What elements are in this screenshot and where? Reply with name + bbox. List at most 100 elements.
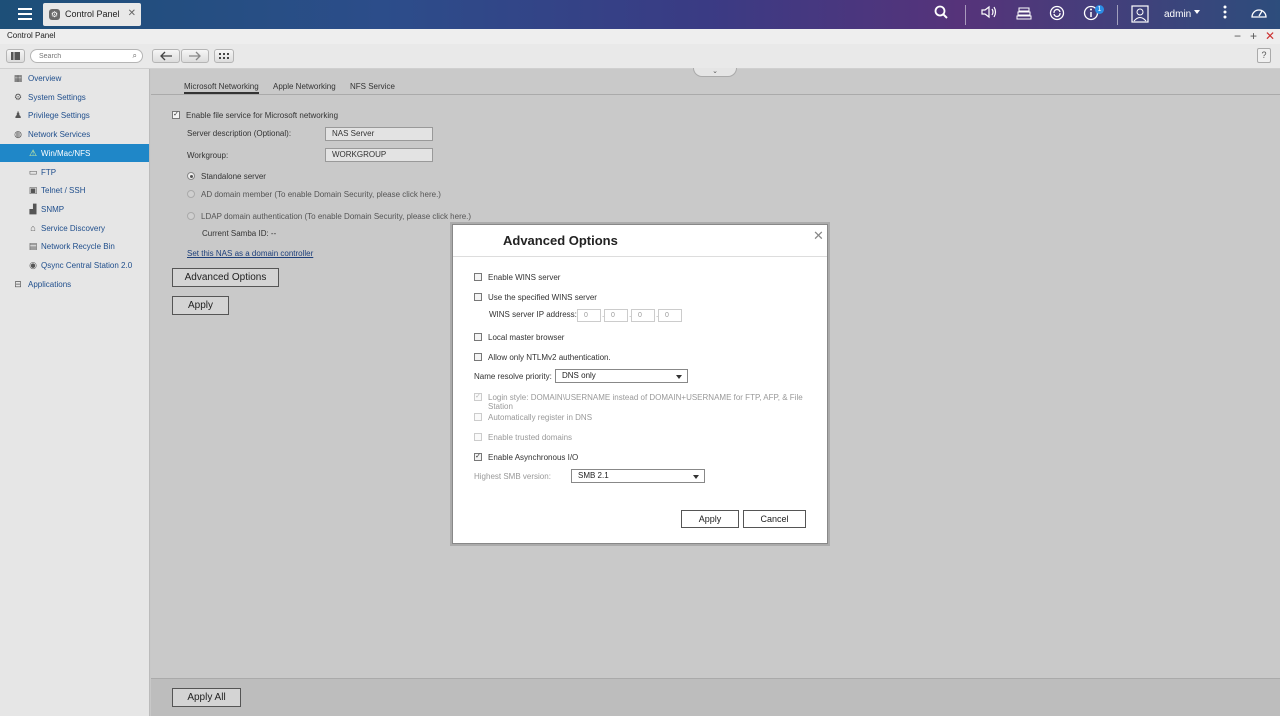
toggle-sidebar-button[interactable] bbox=[6, 49, 25, 63]
workgroup-field[interactable]: WORKGROUP bbox=[325, 148, 433, 162]
ldap-radio[interactable] bbox=[187, 212, 195, 220]
recycle-icon: ▤ bbox=[28, 241, 38, 251]
dialog-apply-button[interactable]: Apply bbox=[681, 510, 739, 528]
name-resolve-select[interactable]: DNS only bbox=[555, 369, 688, 383]
ntlmv2-checkbox[interactable] bbox=[474, 353, 482, 361]
sidebar-item-qsync[interactable]: ◉ Qsync Central Station 2.0 bbox=[0, 256, 149, 274]
search-icon[interactable]: ⌕ bbox=[133, 51, 137, 61]
async-io-label: Enable Asynchronous I/O bbox=[488, 453, 579, 462]
sidebar-item-service-discovery[interactable]: ⌂ Service Discovery bbox=[0, 219, 149, 237]
app-tab-label: Control Panel bbox=[65, 9, 120, 19]
wins-ip-octet-3[interactable]: 0 bbox=[631, 309, 655, 322]
sidebar-item-label: Privilege Settings bbox=[28, 111, 90, 120]
user-avatar-icon[interactable] bbox=[1130, 5, 1150, 25]
sidebar-item-system-settings[interactable]: ⚙ System Settings bbox=[0, 88, 149, 106]
wins-ip-label: WINS server IP address: bbox=[489, 310, 577, 319]
wins-ip-octet-1[interactable]: 0 bbox=[577, 309, 601, 322]
sidebar-item-snmp[interactable]: ▟ SNMP bbox=[0, 200, 149, 218]
app-tab-control-panel[interactable]: ⚙ Control Panel ✕ bbox=[43, 3, 141, 26]
use-wins-label: Use the specified WINS server bbox=[488, 293, 597, 302]
advanced-options-button[interactable]: Advanced Options bbox=[172, 268, 279, 287]
search-input[interactable] bbox=[39, 51, 129, 62]
auto-register-checkbox[interactable] bbox=[474, 413, 482, 421]
sidebar-item-applications[interactable]: ⊟ Applications bbox=[0, 275, 149, 293]
close-icon[interactable]: ✕ bbox=[128, 8, 136, 19]
search-field[interactable]: ⌕ bbox=[30, 49, 143, 63]
apply-button[interactable]: Apply bbox=[172, 296, 229, 315]
name-resolve-label: Name resolve priority: bbox=[474, 372, 552, 381]
enable-wins-checkbox[interactable] bbox=[474, 273, 482, 281]
user-name[interactable]: admin bbox=[1164, 9, 1191, 20]
sidebar-item-overview[interactable]: ▦ Overview bbox=[0, 69, 149, 87]
maximize-icon[interactable]: + bbox=[1250, 29, 1257, 43]
chart-icon: ▟ bbox=[29, 204, 37, 214]
sidebar-item-label: Telnet / SSH bbox=[41, 186, 86, 195]
tab-apple-networking[interactable]: Apple Networking bbox=[273, 82, 336, 91]
search-icon[interactable] bbox=[931, 5, 951, 25]
minimize-icon[interactable]: − bbox=[1234, 29, 1241, 43]
enable-smb-checkbox[interactable]: ✓ bbox=[172, 111, 180, 119]
sidebar-item-win-mac-nfs[interactable]: ⚠ Win/Mac/NFS bbox=[0, 144, 149, 162]
main-menu-button[interactable] bbox=[10, 4, 40, 25]
use-wins-checkbox[interactable] bbox=[474, 293, 482, 301]
wins-ip-octet-4[interactable]: 0 bbox=[658, 309, 682, 322]
advanced-options-dialog: Advanced Options ✕ Enable WINS server Us… bbox=[452, 224, 828, 544]
sidebar-item-telnet-ssh[interactable]: ▣ Telnet / SSH bbox=[0, 181, 149, 199]
dashboard-icon[interactable] bbox=[1249, 5, 1269, 25]
standalone-server-radio[interactable] bbox=[187, 172, 195, 180]
chevron-down-icon bbox=[676, 375, 682, 379]
user-icon: ♟ bbox=[13, 110, 23, 120]
close-icon[interactable]: ✕ bbox=[1265, 29, 1275, 43]
more-options-icon[interactable] bbox=[1215, 5, 1235, 25]
sidebar-item-label: Win/Mac/NFS bbox=[41, 149, 91, 158]
sync-icon[interactable] bbox=[1047, 5, 1067, 25]
ad-domain-radio[interactable] bbox=[187, 190, 195, 198]
ntlmv2-label: Allow only NTLMv2 authentication. bbox=[488, 353, 611, 362]
bottom-bar: Apply All bbox=[151, 678, 1280, 716]
standalone-server-label: Standalone server bbox=[201, 172, 266, 181]
smb-version-value: SMB 2.1 bbox=[578, 471, 609, 480]
chevron-down-icon[interactable] bbox=[1194, 10, 1200, 14]
tasks-icon[interactable] bbox=[1014, 5, 1034, 25]
collapse-header-button[interactable]: ⌄ bbox=[693, 68, 737, 77]
server-description-label: Server description (Optional): bbox=[187, 129, 292, 138]
dialog-title: Advanced Options bbox=[503, 233, 618, 248]
dialog-cancel-button[interactable]: Cancel bbox=[743, 510, 806, 528]
grid-view-button[interactable] bbox=[214, 49, 234, 63]
overview-icon: ▦ bbox=[13, 73, 23, 83]
sidebar-item-ftp[interactable]: ▭ FTP bbox=[0, 163, 149, 181]
trusted-domains-checkbox[interactable] bbox=[474, 433, 482, 441]
sidebar-item-label: Qsync Central Station 2.0 bbox=[41, 261, 133, 270]
help-button[interactable]: ? bbox=[1257, 48, 1271, 63]
sidebar-item-label: Network Services bbox=[28, 130, 91, 139]
wins-ip-octet-2[interactable]: 0 bbox=[604, 309, 628, 322]
sidebar-item-label: FTP bbox=[41, 168, 57, 177]
login-style-checkbox[interactable]: ✓ bbox=[474, 393, 482, 401]
domain-controller-link[interactable]: Set this NAS as a domain controller bbox=[187, 249, 313, 258]
enable-wins-label: Enable WINS server bbox=[488, 273, 561, 282]
divider bbox=[453, 256, 827, 257]
close-icon[interactable]: ✕ bbox=[813, 228, 824, 244]
sidebar-item-network-services[interactable]: ◍ Network Services bbox=[0, 125, 149, 143]
tab-microsoft-networking[interactable]: Microsoft Networking bbox=[184, 82, 259, 94]
forward-button[interactable] bbox=[181, 49, 209, 63]
sidebar-item-label: Applications bbox=[28, 280, 72, 289]
sidebar-item-label: Service Discovery bbox=[41, 224, 106, 233]
smb-version-select[interactable]: SMB 2.1 bbox=[571, 469, 705, 483]
sidebar-item-network-recycle-bin[interactable]: ▤ Network Recycle Bin bbox=[0, 237, 149, 255]
server-description-field[interactable]: NAS Server bbox=[325, 127, 433, 141]
volume-icon[interactable] bbox=[980, 5, 1000, 25]
local-master-checkbox[interactable] bbox=[474, 333, 482, 341]
sidebar-icon bbox=[11, 52, 20, 60]
ldap-label: LDAP domain authentication (To enable Do… bbox=[201, 212, 472, 221]
sidebar-item-privilege-settings[interactable]: ♟ Privilege Settings bbox=[0, 106, 149, 124]
sidebar: ▦ Overview ⚙ System Settings ♟ Privilege… bbox=[0, 69, 150, 716]
divider bbox=[1117, 5, 1118, 25]
top-bar: ⚙ Control Panel ✕ 1 admin bbox=[0, 0, 1280, 29]
tab-nfs-service[interactable]: NFS Service bbox=[350, 82, 395, 91]
apply-all-button[interactable]: Apply All bbox=[172, 688, 241, 707]
async-io-checkbox[interactable]: ✓ bbox=[474, 453, 482, 461]
back-button[interactable] bbox=[152, 49, 180, 63]
workgroup-label: Workgroup: bbox=[187, 151, 229, 160]
network-icon: ⚠ bbox=[28, 148, 38, 158]
